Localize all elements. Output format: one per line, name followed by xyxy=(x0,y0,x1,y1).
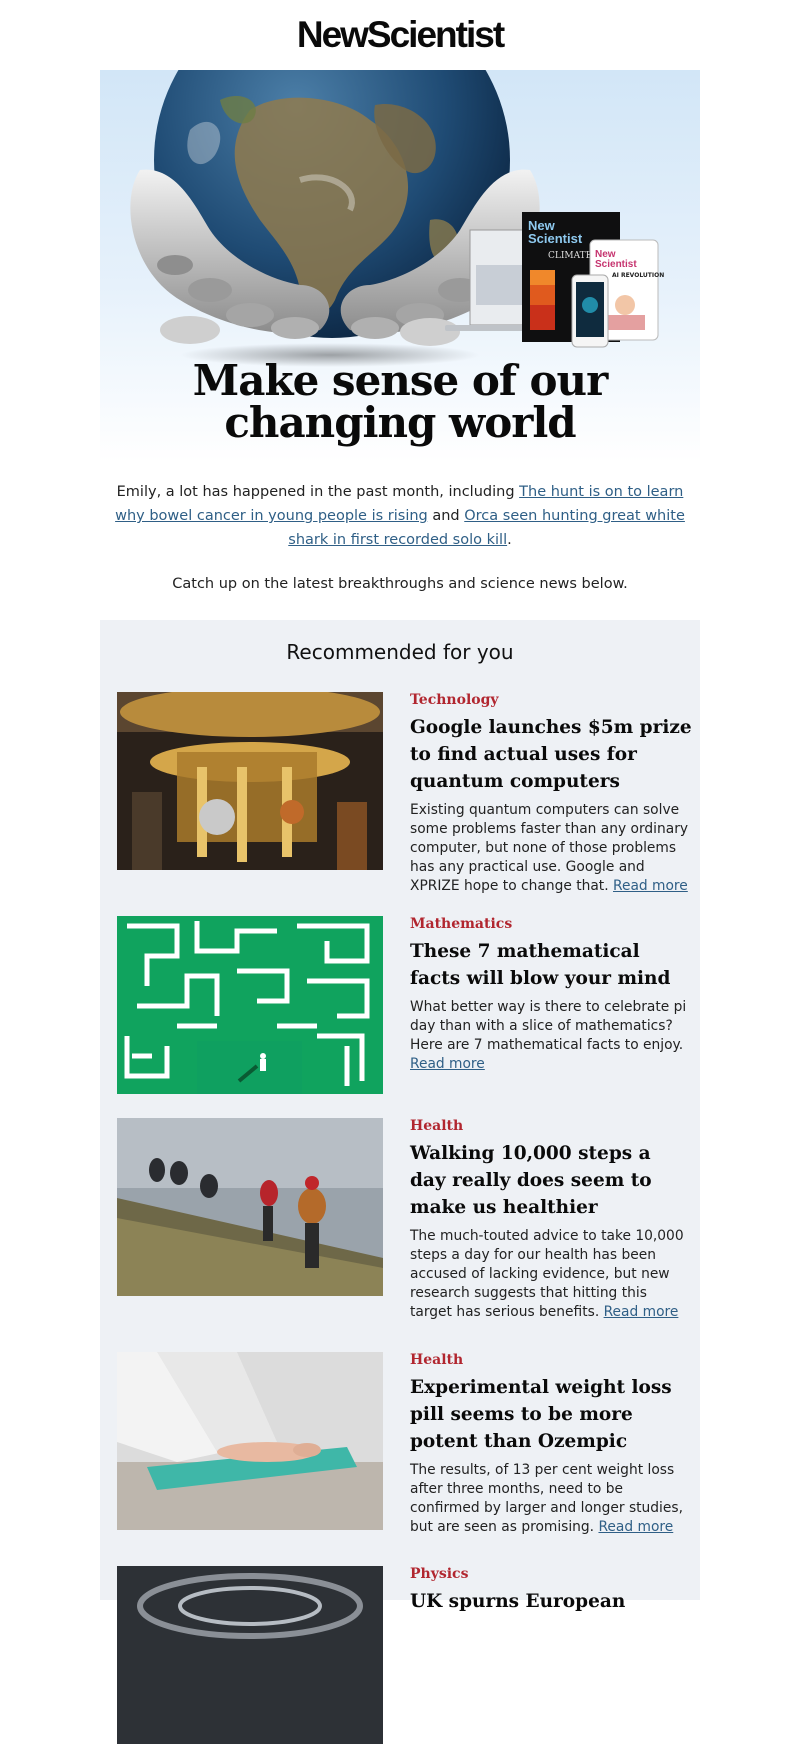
article-card: Health Experimental weight loss pill see… xyxy=(117,1352,687,1552)
article-description-text: What better way is there to celebrate pi… xyxy=(410,999,687,1053)
hero-banner[interactable]: New Scientist CLIMATE CHANGE New Scienti… xyxy=(100,70,700,462)
svg-text:Scientist: Scientist xyxy=(528,231,583,246)
svg-text:Scientist: Scientist xyxy=(595,259,637,270)
read-more-link[interactable]: Read more xyxy=(598,1519,673,1535)
read-more-link[interactable]: Read more xyxy=(604,1304,679,1320)
read-more-link[interactable]: Read more xyxy=(410,1056,485,1072)
recommended-title: Recommended for you xyxy=(286,640,514,664)
scale-feet-image[interactable] xyxy=(117,1352,383,1530)
phone-icon xyxy=(571,274,609,348)
intro-lead: Emily, a lot has happened in the past mo… xyxy=(116,484,520,500)
article-category: Health xyxy=(410,1352,464,1368)
intro-paragraph: Emily, a lot has happened in the past mo… xyxy=(110,480,690,552)
article-headline[interactable]: These 7 mathematical facts will blow you… xyxy=(410,938,692,992)
newscientist-logo[interactable]: NewScientist xyxy=(0,14,800,56)
hero-title: Make sense of our changing world xyxy=(100,360,700,444)
article-card: Technology Google launches $5m prize to … xyxy=(117,692,692,894)
recommended-section: Recommended for you Technology Google la… xyxy=(100,620,700,1744)
email-page: NewScientist New Scientist CLIMATE New S… xyxy=(0,0,800,1744)
article-card: Mathematics These 7 mathematical facts w… xyxy=(117,916,687,1096)
article-description: Existing quantum computers can solve som… xyxy=(410,801,692,896)
article-headline[interactable]: Walking 10,000 steps a day really does s… xyxy=(410,1140,692,1221)
hikers-image[interactable] xyxy=(117,1118,383,1296)
maze-image[interactable] xyxy=(117,916,383,1094)
article-description: The results, of 13 per cent weight loss … xyxy=(410,1461,692,1537)
article-category: Technology xyxy=(410,692,499,708)
article-headline[interactable]: Experimental weight loss pill seems to b… xyxy=(410,1374,692,1455)
article-description: The much-touted advice to take 10,000 st… xyxy=(410,1227,692,1322)
read-more-link[interactable]: Read more xyxy=(613,878,688,894)
particle-physics-image[interactable] xyxy=(117,1566,383,1744)
quantum-computer-image[interactable] xyxy=(117,692,383,870)
svg-text:AI REVOLUTION: AI REVOLUTION xyxy=(612,272,664,279)
article-card: Health Walking 10,000 steps a day really… xyxy=(117,1118,687,1328)
hero-title-line-1: Make sense of our xyxy=(192,356,608,405)
catch-up-text: Catch up on the latest breakthroughs and… xyxy=(172,576,628,592)
intro-end: . xyxy=(507,532,512,548)
article-category: Health xyxy=(410,1118,464,1134)
article-headline[interactable]: UK spurns European xyxy=(410,1588,692,1615)
hero-title-line-2: changing world xyxy=(224,398,576,447)
article-category: Mathematics xyxy=(410,916,513,932)
intro-middle: and xyxy=(427,508,465,524)
article-headline[interactable]: Google launches $5m prize to find actual… xyxy=(410,714,692,795)
article-card: Physics UK spurns European xyxy=(117,1566,687,1744)
article-category: Physics xyxy=(410,1566,469,1582)
article-description: What better way is there to celebrate pi… xyxy=(410,998,692,1074)
